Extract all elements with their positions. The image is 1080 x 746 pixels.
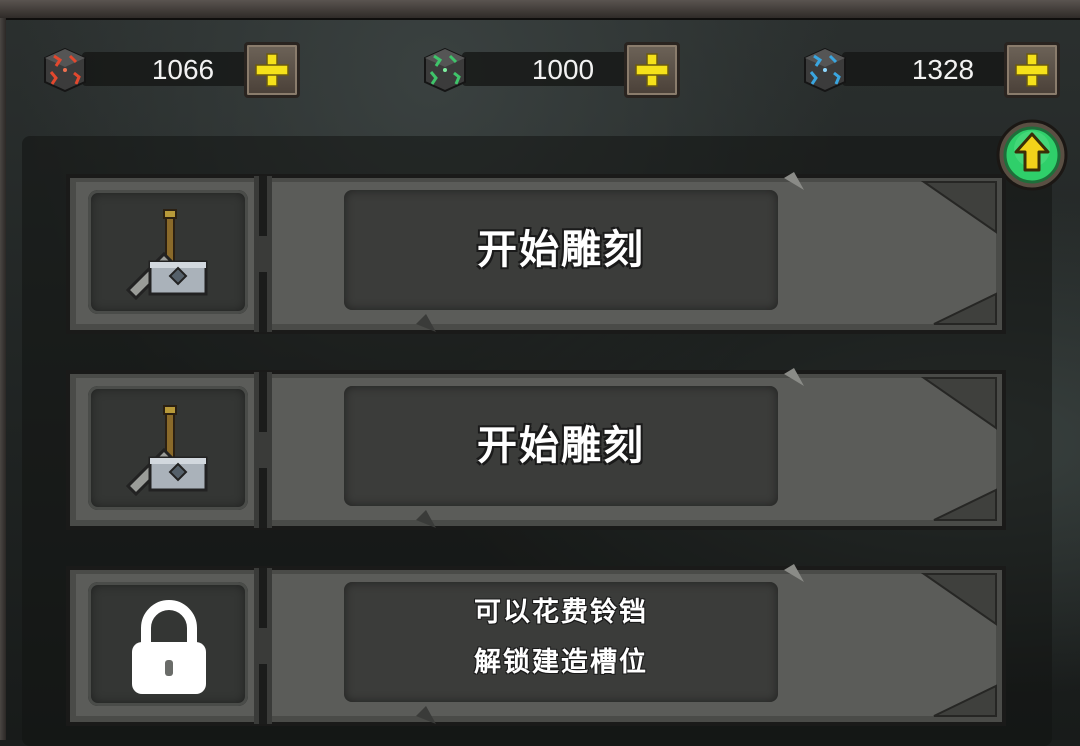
- hammer-icon: [125, 405, 208, 497]
- green-crystal-icon: [424, 47, 466, 93]
- currency-amount: 1000: [531, 54, 595, 85]
- window-frame-top: [0, 0, 1080, 20]
- currency-amount: 1328: [911, 54, 975, 85]
- start-carving-label: 开始雕刻: [477, 423, 645, 469]
- add-blue-crystal-button[interactable]: [1004, 42, 1060, 98]
- build-slot-1[interactable]: 开始雕刻: [64, 168, 1010, 340]
- plus-icon: [635, 53, 669, 87]
- build-slot-3-locked[interactable]: 可以花费铃铛 解锁建造槽位: [64, 560, 1010, 732]
- unlock-hint: 可以花费铃铛 解锁建造槽位: [344, 588, 778, 688]
- unlock-hint-line-2: 解锁建造槽位: [474, 647, 648, 678]
- plus-icon: [255, 53, 289, 87]
- build-slot-2[interactable]: 开始雕刻: [64, 364, 1010, 536]
- unlock-hint-line-1: 可以花费铃铛: [474, 597, 648, 628]
- plus-icon: [1015, 53, 1049, 87]
- red-crystal-icon: [44, 47, 86, 93]
- add-red-crystal-button[interactable]: [244, 42, 300, 98]
- blue-crystal-icon: [804, 47, 846, 93]
- add-green-crystal-button[interactable]: [624, 42, 680, 98]
- currency-amount: 1066: [151, 54, 215, 85]
- hammer-icon: [125, 209, 208, 301]
- window-frame-left: [0, 18, 6, 740]
- lock-icon: [132, 600, 206, 694]
- start-carving-label: 开始雕刻: [477, 227, 645, 273]
